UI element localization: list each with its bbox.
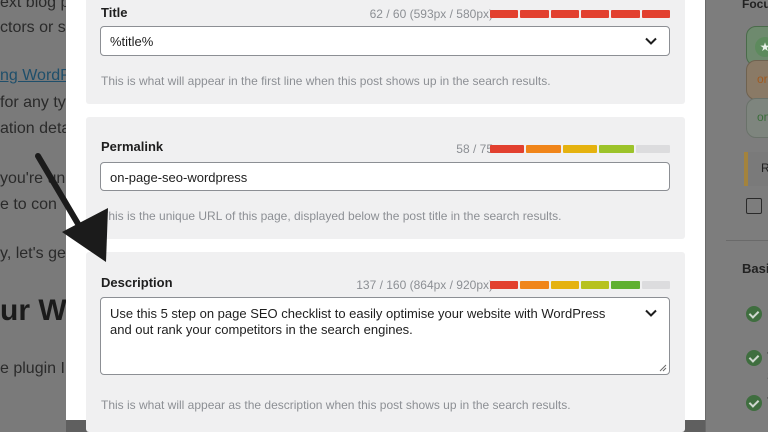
description-help-text: This is what will appear as the descript… — [101, 398, 571, 412]
editor-link-wordpress: ng WordPr — [0, 67, 66, 84]
background-sidebar: Focu ★ or on Re Basi H T S T L — [705, 0, 768, 432]
meter-segment — [635, 145, 670, 153]
resize-handle-icon[interactable] — [658, 363, 667, 372]
meter-segment — [580, 10, 610, 18]
editor-text-line: e plugin I — [0, 360, 65, 377]
editor-text-line: for any ty — [0, 94, 66, 111]
title-input[interactable]: %title% — [100, 26, 670, 56]
description-length-meter — [490, 281, 670, 289]
basic-seo-heading: Basi — [742, 261, 768, 276]
meter-segment — [611, 281, 640, 289]
title-char-count: 62 / 60 (593px / 580px) — [369, 7, 493, 21]
annotation-arrow-icon — [35, 153, 108, 262]
sidebar-checkbox — [746, 198, 762, 214]
meter-segment — [520, 10, 549, 18]
editor-text-line: ation deta — [0, 120, 66, 137]
description-text-line-2: and out rank your competitors in the sea… — [110, 322, 413, 337]
title-input-value: %title% — [110, 34, 154, 49]
description-textarea[interactable]: Use this 5 step on page SEO checklist to… — [100, 297, 670, 375]
pill-label: on — [757, 110, 768, 124]
notice-box: Re — [744, 152, 768, 186]
meter-segment — [490, 10, 519, 18]
meter-segment — [580, 281, 610, 289]
chevron-down-icon[interactable] — [645, 35, 657, 47]
meter-segment — [520, 281, 549, 289]
meter-segment — [641, 10, 670, 18]
check-icon — [746, 306, 762, 322]
permalink-panel: Permalink 58 / 75 on-page-seo-wordpress … — [86, 117, 685, 239]
keyphrase-pill-ok: or — [746, 60, 768, 100]
check-icon — [746, 395, 762, 411]
focus-keyphrase-label: Focu — [742, 0, 768, 11]
editor-text-line: ctors or st — [0, 19, 66, 36]
star-icon: ★ — [755, 37, 768, 57]
meter-segment — [550, 281, 579, 289]
description-text-line-1: Use this 5 step on page SEO checklist to… — [110, 306, 606, 321]
editor-heading: ur Wo — [0, 294, 66, 327]
keyphrase-pill-neutral: on — [746, 98, 768, 138]
meter-segment — [562, 145, 598, 153]
title-panel: Title 62 / 60 (593px / 580px) %title% Th… — [86, 0, 685, 104]
meter-segment — [599, 145, 634, 153]
permalink-help-text: This is the unique URL of this page, dis… — [101, 209, 562, 223]
permalink-input[interactable]: on-page-seo-wordpress — [100, 162, 670, 191]
title-label: Title — [101, 5, 128, 20]
meter-segment — [611, 10, 640, 18]
meter-segment — [641, 281, 670, 289]
meter-segment — [550, 10, 579, 18]
permalink-char-count: 58 / 75 — [456, 142, 493, 156]
meter-segment — [526, 145, 561, 153]
title-length-meter — [490, 10, 670, 18]
sidebar-divider — [726, 240, 768, 241]
editor-text-line: ext blog p — [0, 0, 66, 11]
title-help-text: This is what will appear in the first li… — [101, 74, 551, 88]
check-icon — [746, 350, 762, 366]
chevron-down-icon[interactable] — [645, 307, 657, 319]
seo-settings-modal: Title 62 / 60 (593px / 580px) %title% Th… — [66, 0, 705, 432]
notice-label: Re — [761, 161, 768, 175]
meter-segment — [490, 281, 519, 289]
description-panel: Description 137 / 160 (864px / 920px) Us… — [86, 252, 685, 432]
pill-label: or — [757, 72, 768, 86]
meter-segment — [490, 145, 525, 153]
permalink-length-meter — [490, 145, 670, 153]
description-char-count: 137 / 160 (864px / 920px) — [356, 278, 493, 292]
